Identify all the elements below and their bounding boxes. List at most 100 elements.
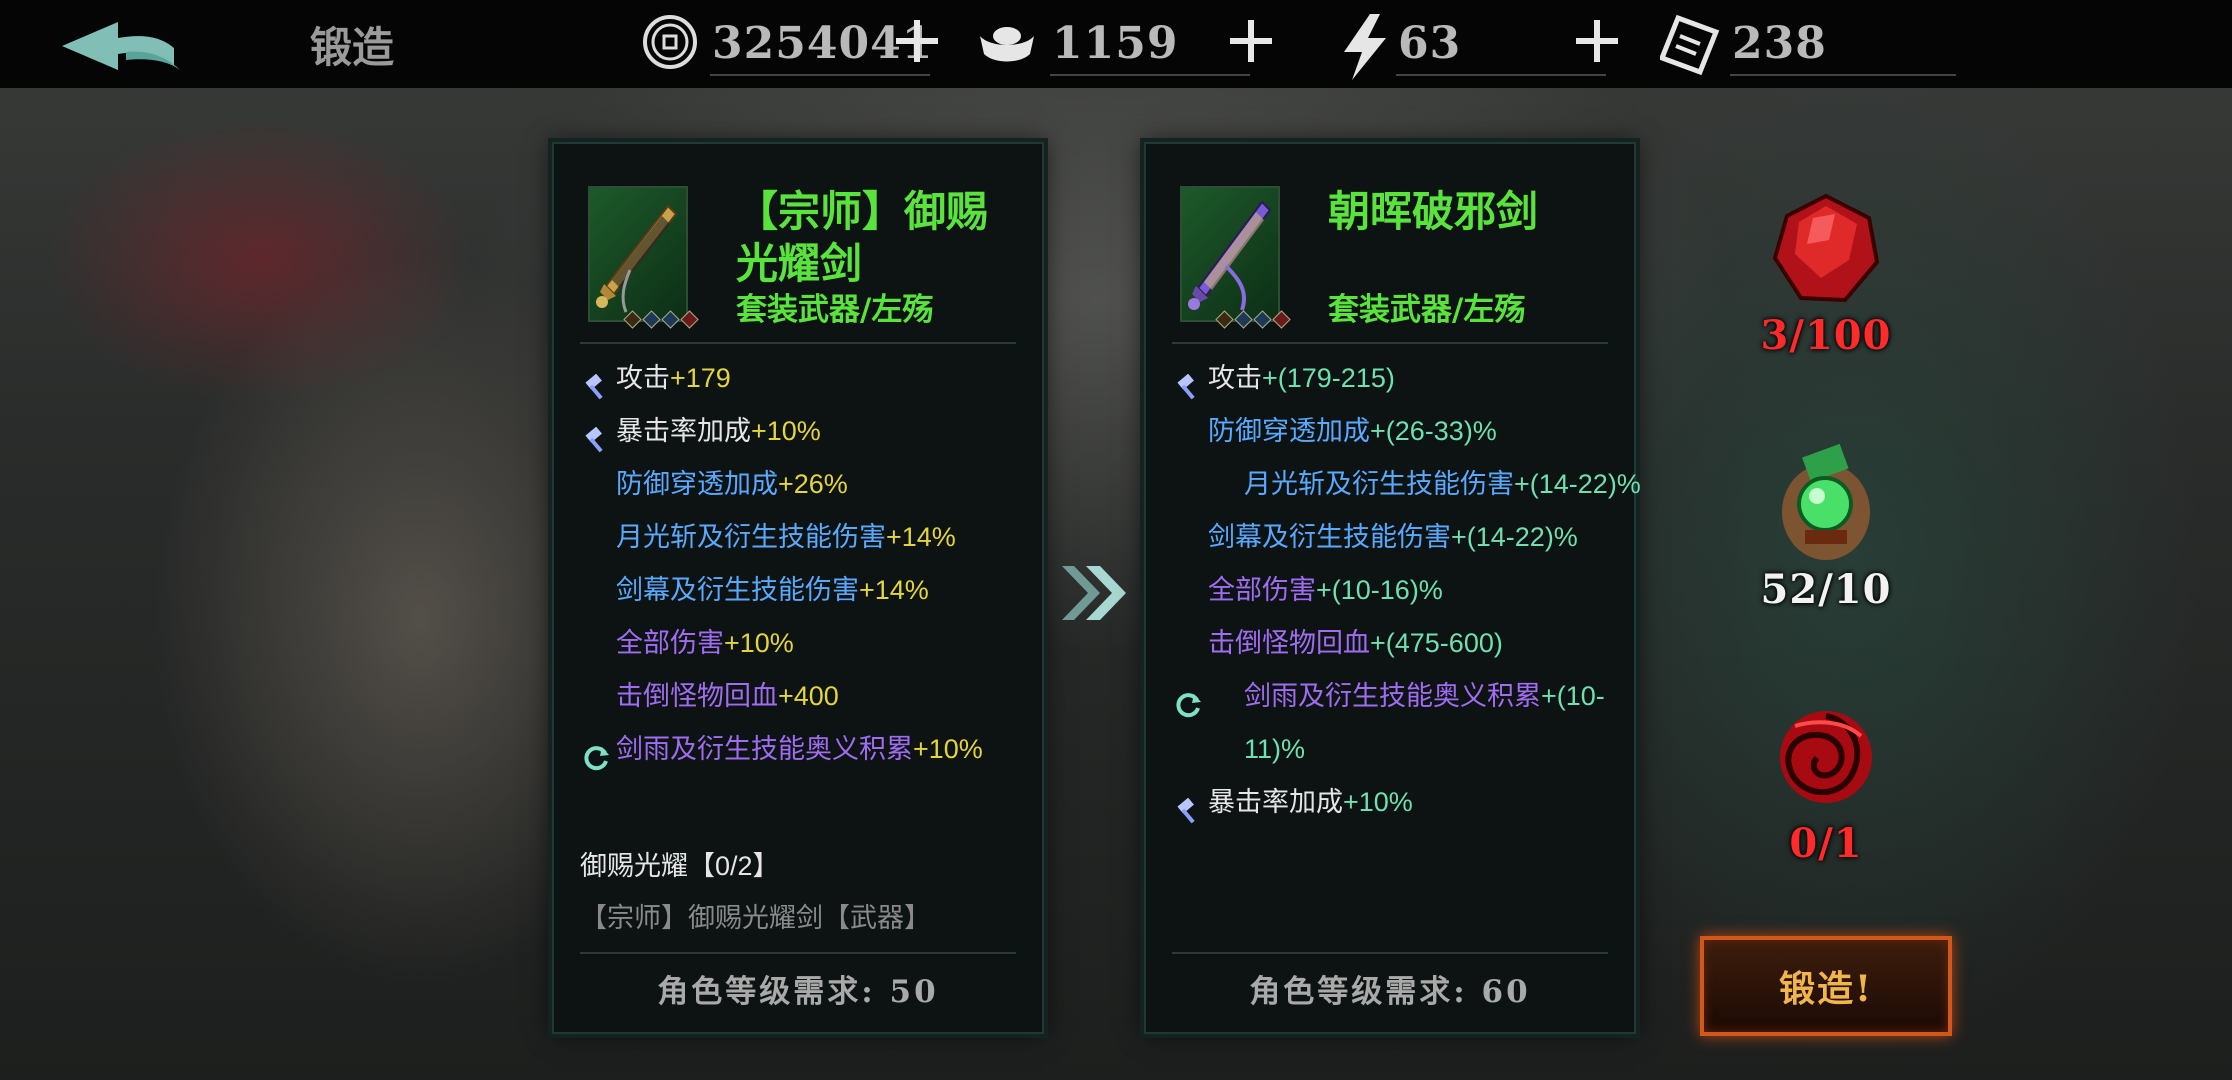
stat-label: 暴击率加成 bbox=[1208, 787, 1343, 817]
forge-button-label: 锻造! bbox=[1779, 968, 1873, 1010]
stat-value: +(475-600) bbox=[1370, 628, 1503, 658]
level-requirement: 角色等级需求: 60 bbox=[1249, 974, 1531, 1010]
stat-text: 攻击+(179-215) bbox=[1208, 352, 1395, 405]
source-item-panel: 【宗师】御赐光耀剑 套装武器/左殇 攻击+179 暴击率加成+10% 防御穿透加成+… bbox=[552, 142, 1044, 1034]
stat-value: +(179-215) bbox=[1262, 363, 1395, 393]
stat-label: 月光斩及衍生技能伤害 bbox=[616, 522, 886, 552]
sword-icon[interactable] bbox=[1180, 186, 1291, 329]
stat-label: 全部伤害 bbox=[616, 628, 724, 658]
stat-text: 剑雨及衍生技能奥义积累+10% bbox=[616, 723, 983, 776]
stat-value: +(14-22)% bbox=[1514, 469, 1641, 499]
stat-label: 剑幕及衍生技能伤害 bbox=[1208, 522, 1451, 552]
material-count: 52/10 bbox=[1760, 566, 1892, 613]
forge-button[interactable]: 锻造! bbox=[1700, 936, 1952, 1036]
divider bbox=[1396, 74, 1606, 76]
set-piece-item: 【宗师】御赐光耀剑【武器】 bbox=[580, 903, 931, 933]
stat-label: 月光斩及衍生技能伤害 bbox=[1244, 469, 1514, 499]
stat-row: 剑雨及衍生技能奥义积累+10% bbox=[580, 723, 1020, 776]
stat-text: 剑幕及衍生技能伤害+(14-22)% bbox=[1208, 511, 1578, 564]
stat-value: +(26-33)% bbox=[1370, 416, 1497, 446]
stat-label: 剑雨及衍生技能奥义积累 bbox=[616, 734, 913, 764]
item-name: 【宗师】御赐光耀剑 bbox=[736, 187, 989, 288]
stat-label: 全部伤害 bbox=[1208, 575, 1316, 605]
sword-icon[interactable] bbox=[588, 186, 699, 329]
stamina-value: 63 bbox=[1398, 18, 1462, 69]
stat-value: +10% bbox=[724, 628, 794, 658]
add-stamina-button[interactable] bbox=[1572, 16, 1622, 66]
hammer-icon bbox=[1176, 789, 1202, 824]
stat-text: 暴击率加成+10% bbox=[616, 405, 821, 458]
socket-icon bbox=[1253, 310, 1272, 329]
stat-row: 暴击率加成+10% bbox=[580, 405, 1020, 458]
coin-icon bbox=[642, 14, 704, 76]
page-title: 锻造 bbox=[310, 23, 395, 72]
lightning-icon bbox=[1340, 14, 1402, 80]
socket-icon bbox=[1215, 310, 1234, 329]
red-rose-icon bbox=[1765, 696, 1887, 818]
divider bbox=[1050, 74, 1250, 76]
material-count: 0/1 bbox=[1789, 820, 1863, 867]
silver-ingot-icon bbox=[976, 14, 1038, 76]
currency-stamina: 63 bbox=[1340, 10, 1640, 80]
socket-icon bbox=[1234, 310, 1253, 329]
item-name: 朝晖破邪剑 bbox=[1328, 187, 1539, 236]
add-ingots-button[interactable] bbox=[1226, 16, 1276, 66]
back-arrow-icon[interactable] bbox=[56, 12, 186, 78]
stat-label: 剑雨及衍生技能奥义积累 bbox=[1244, 681, 1541, 711]
stat-text: 击倒怪物回血+400 bbox=[616, 670, 839, 723]
stat-row: 击倒怪物回血+(475-600) bbox=[1172, 617, 1612, 670]
stat-row: 攻击+(179-215) bbox=[1172, 352, 1612, 405]
stat-text: 剑雨及衍生技能奥义积累+(10-11)% bbox=[1208, 670, 1648, 776]
stat-label: 防御穿透加成 bbox=[1208, 416, 1370, 446]
stat-label: 击倒怪物回血 bbox=[1208, 628, 1370, 658]
stat-text: 月光斩及衍生技能伤害+(14-22)% bbox=[1208, 458, 1648, 511]
socket-icon bbox=[661, 310, 680, 329]
material-slot[interactable]: 0/1 bbox=[1760, 696, 1892, 867]
stat-value: +(10-16)% bbox=[1316, 575, 1443, 605]
socket-icon bbox=[1272, 310, 1291, 329]
stat-row: 防御穿透加成+(26-33)% bbox=[1172, 405, 1612, 458]
stat-value: +10% bbox=[913, 734, 983, 764]
green-orb-icon bbox=[1765, 442, 1887, 564]
stat-value: +400 bbox=[778, 681, 839, 711]
stat-label: 攻击 bbox=[1208, 363, 1262, 393]
stat-text: 防御穿透加成+26% bbox=[616, 458, 848, 511]
stat-row: 剑雨及衍生技能奥义积累+(10-11)% bbox=[1172, 670, 1612, 776]
target-item-panel: 朝晖破邪剑 套装武器/左殇 攻击+(179-215) 防御穿透加成+(26-33)… bbox=[1144, 142, 1641, 1034]
stat-row: 全部伤害+(10-16)% bbox=[1172, 564, 1612, 617]
stat-row: 月光斩及衍生技能伤害+(14-22)% bbox=[1172, 458, 1641, 511]
stat-label: 暴击率加成 bbox=[616, 416, 751, 446]
stat-value: +179 bbox=[670, 363, 731, 393]
hammer-icon bbox=[1176, 365, 1202, 400]
currency-tickets: 238 bbox=[1658, 10, 1960, 80]
hammer-icon bbox=[584, 418, 610, 453]
red-crystal-icon bbox=[1765, 188, 1887, 310]
divider bbox=[580, 342, 1016, 344]
item-type: 套装武器/左殇 bbox=[736, 292, 934, 328]
stat-text: 击倒怪物回血+(475-600) bbox=[1208, 617, 1503, 670]
stat-label: 防御穿透加成 bbox=[616, 469, 778, 499]
stat-value: +(14-22)% bbox=[1451, 522, 1578, 552]
stat-row: 暴击率加成+10% bbox=[1172, 776, 1612, 829]
gem-sockets bbox=[1215, 310, 1291, 329]
stat-list: 攻击+(179-215) 防御穿透加成+(26-33)% 月光斩及衍生技能伤害+(1… bbox=[1172, 352, 1641, 829]
material-slot[interactable]: 52/10 bbox=[1760, 442, 1892, 613]
material-slot[interactable]: 3/100 bbox=[1760, 188, 1892, 359]
material-count: 3/100 bbox=[1760, 312, 1892, 359]
hammer-icon bbox=[584, 365, 610, 400]
add-coins-button[interactable] bbox=[892, 16, 942, 66]
ticket-value: 238 bbox=[1732, 18, 1827, 69]
ticket-icon bbox=[1658, 14, 1722, 76]
stat-list: 攻击+179 暴击率加成+10% 防御穿透加成+26% 月光斩及衍生技能伤害+14% 剑… bbox=[580, 352, 1020, 776]
divider bbox=[1172, 952, 1608, 954]
stat-label: 攻击 bbox=[616, 363, 670, 393]
top-bar: 锻造 3254041 1159 63 238 bbox=[0, 0, 2232, 88]
stat-value: +26% bbox=[778, 469, 848, 499]
stat-row: 攻击+179 bbox=[580, 352, 1020, 405]
stat-value: +14% bbox=[859, 575, 929, 605]
stat-label: 剑幕及衍生技能伤害 bbox=[616, 575, 859, 605]
stat-text: 攻击+179 bbox=[616, 352, 731, 405]
socket-icon bbox=[623, 310, 642, 329]
set-bonus-title: 御赐光耀【0/2】 bbox=[580, 851, 780, 881]
stat-row: 月光斩及衍生技能伤害+14% bbox=[580, 511, 1020, 564]
